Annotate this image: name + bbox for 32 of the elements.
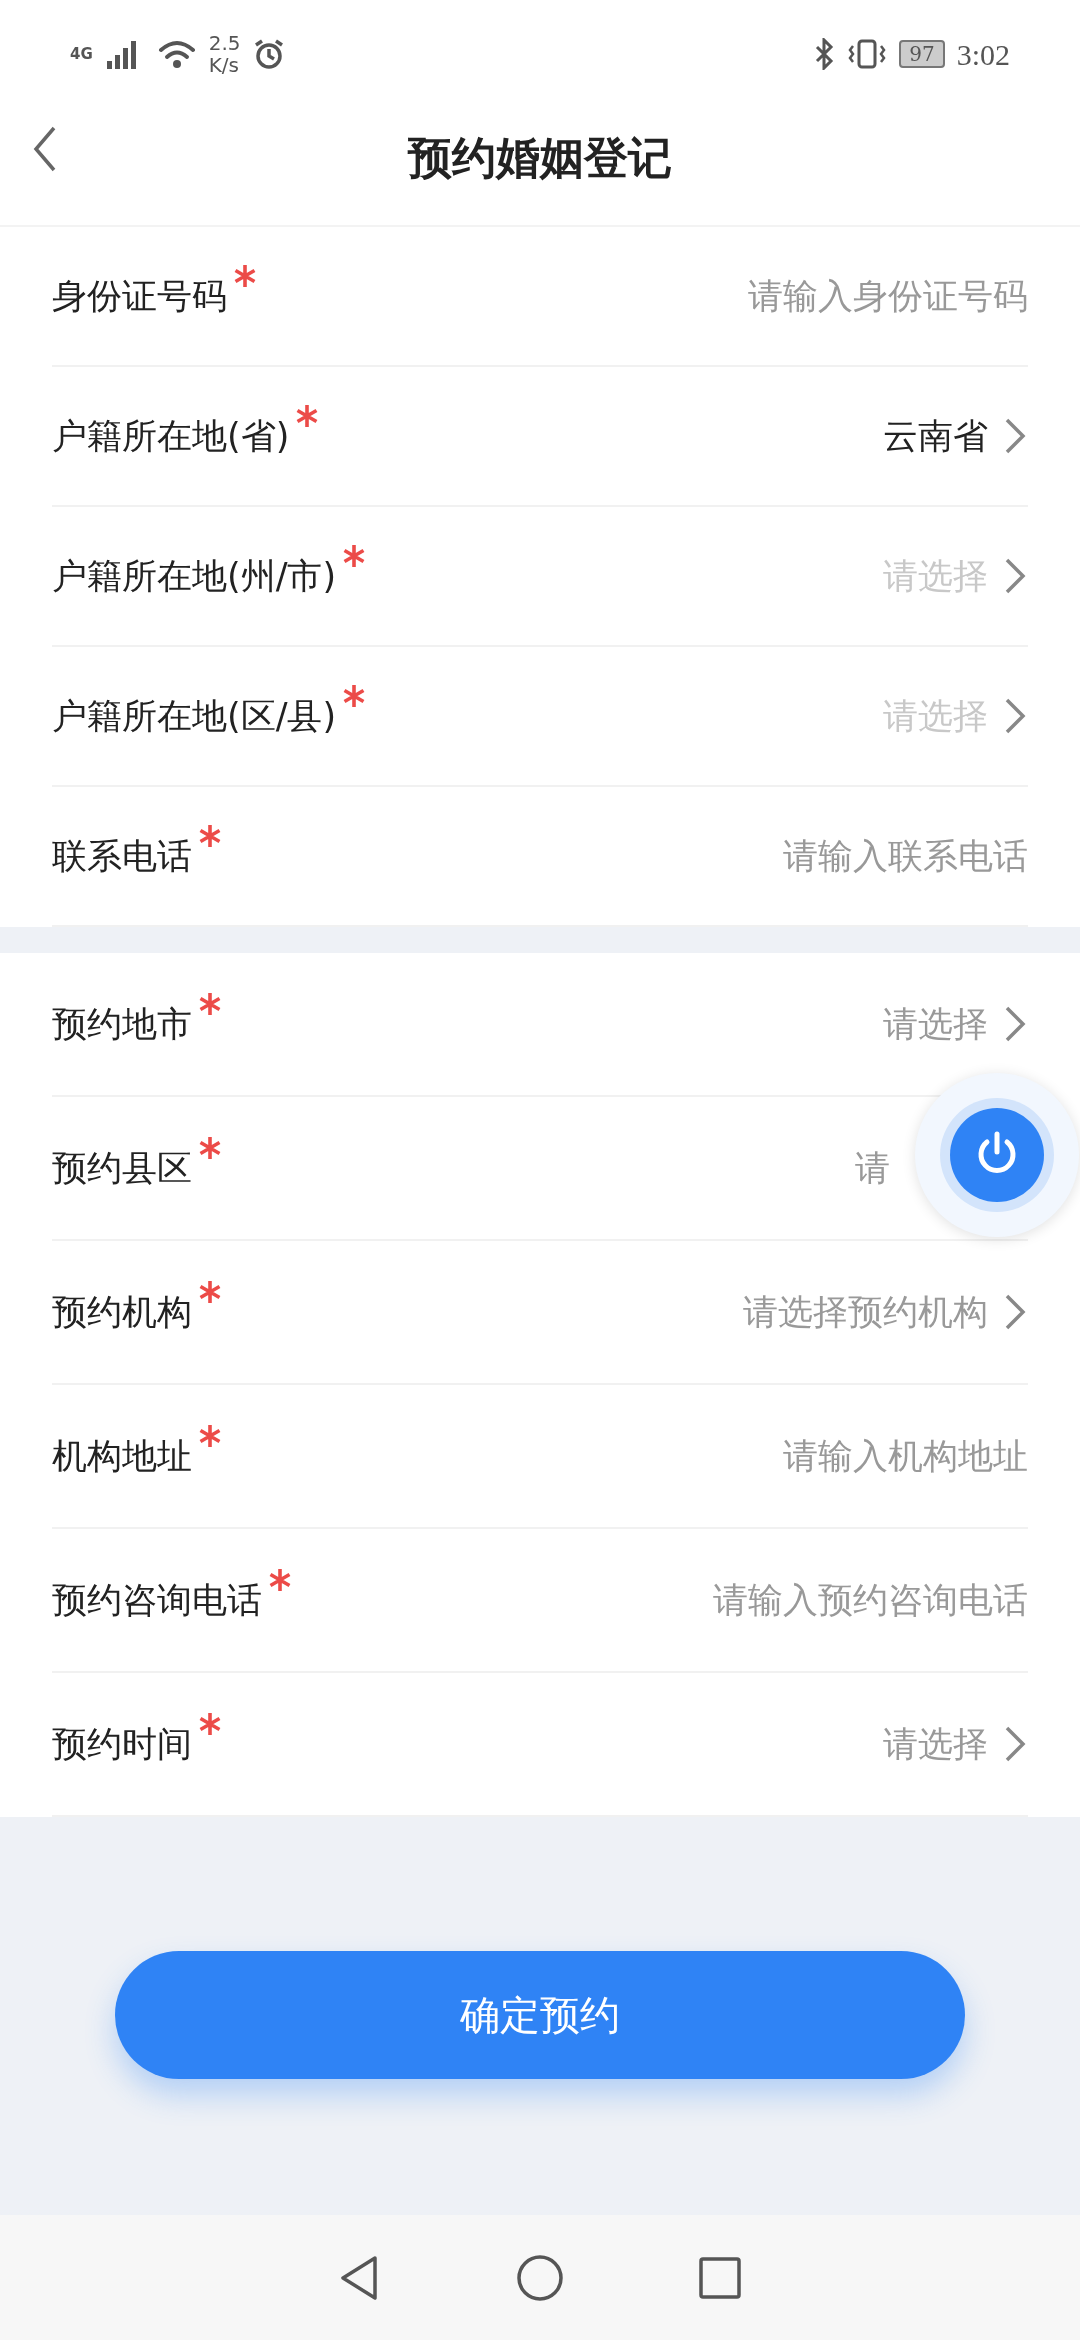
field-label: 户籍所在地(省) — [52, 414, 290, 458]
select-field[interactable]: 请选择预约机构 — [743, 1285, 1028, 1339]
network-type: 4G — [70, 46, 93, 62]
field-label: 预约县区 — [52, 1146, 192, 1190]
speed-unit: K/s — [208, 54, 241, 76]
field-label: 身份证号码 — [52, 274, 227, 318]
select-field[interactable]: 请选择 — [883, 1717, 1028, 1771]
field-label: 户籍所在地(区/县) — [52, 694, 337, 738]
battery-level: 97 — [899, 40, 945, 68]
input-field[interactable]: 请输入机构地址 — [468, 1429, 1028, 1483]
network-speed: 2.5 — [208, 32, 241, 54]
vibrate-icon — [847, 38, 888, 70]
field-label: 预约时间 — [52, 1722, 192, 1766]
field-label: 预约地市 — [52, 1002, 192, 1046]
input-field[interactable]: 请输入身份证号码 — [468, 269, 1028, 323]
home-icon[interactable] — [515, 2252, 565, 2303]
field-label: 联系电话 — [52, 834, 192, 878]
select-field[interactable]: 请 — [855, 1141, 890, 1195]
bluetooth-icon — [813, 38, 836, 70]
confirm-button[interactable]: 确定预约 — [115, 1951, 965, 2079]
clock-time: 3:02 — [956, 36, 1010, 73]
field-label: 预约咨询电话 — [52, 1578, 262, 1622]
input-field[interactable]: 请输入联系电话 — [468, 829, 1028, 883]
alarm-icon — [252, 38, 285, 70]
input-field[interactable]: 请输入预约咨询电话 — [468, 1573, 1028, 1627]
field-label: 机构地址 — [52, 1434, 192, 1478]
select-field[interactable]: 云南省 — [883, 409, 1028, 463]
field-label: 预约机构 — [52, 1290, 192, 1334]
page-title: 预约婚姻登记 — [408, 130, 672, 185]
select-field[interactable]: 请选择 — [883, 997, 1028, 1051]
wifi-icon — [156, 38, 197, 70]
field-label: 户籍所在地(州/市) — [52, 554, 337, 598]
